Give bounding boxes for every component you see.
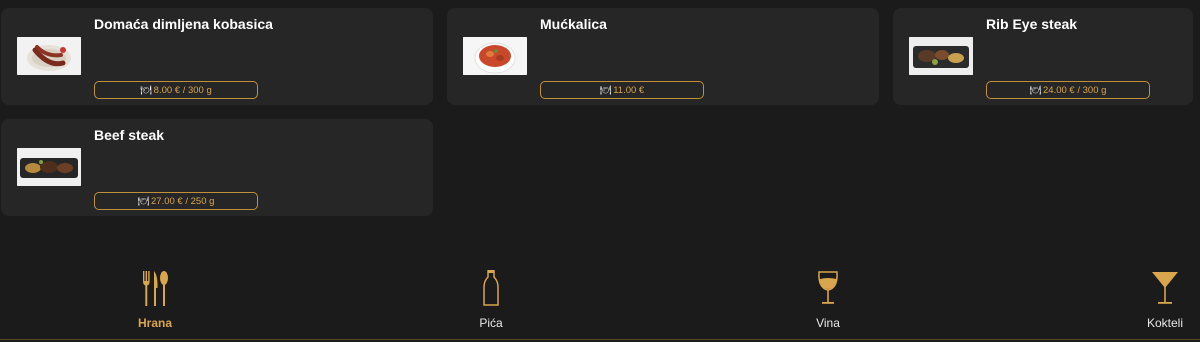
bottom-divider	[0, 339, 1200, 340]
menu-item-card[interactable]: Rib Eye steak 🍽 24.00 € / 300 g	[893, 8, 1193, 105]
menu-item-photo	[17, 37, 81, 75]
price-badge: 🍽 27.00 € / 250 g	[94, 192, 258, 210]
plate-cutlery-icon: 🍽	[137, 195, 150, 206]
fork-knife-spoon-icon	[143, 271, 168, 306]
menu-item-title: Domaća dimljena kobasica	[94, 16, 273, 32]
bottom-navigation: Hrana Pića Vina Kokteli	[0, 268, 1200, 342]
nav-label: Kokteli	[1146, 316, 1184, 330]
wine-glass-icon	[818, 271, 838, 304]
menu-item-card[interactable]: Domaća dimljena kobasica 🍽 8.00 € / 300 …	[1, 8, 433, 105]
menu-item-card[interactable]: Mućkalica 🍽 11.00 €	[447, 8, 879, 105]
plate-cutlery-icon: 🍽	[1029, 84, 1042, 95]
menu-item-card[interactable]: Beef steak 🍽 27.00 € / 250 g	[1, 119, 433, 216]
menu-item-photo	[909, 37, 973, 75]
menu-item-title: Beef steak	[94, 127, 165, 143]
plate-cutlery-icon: 🍽	[599, 84, 612, 95]
menu-item-title: Rib Eye steak	[986, 16, 1078, 32]
menu-item-title: Mućkalica	[540, 16, 607, 32]
menu-item-photo	[463, 37, 527, 75]
bottle-icon	[483, 270, 499, 306]
price-text: 27.00 € / 250 g	[151, 195, 215, 207]
price-text: 24.00 € / 300 g	[1043, 84, 1107, 96]
price-badge: 🍽 24.00 € / 300 g	[986, 81, 1150, 99]
plate-cutlery-icon: 🍽	[140, 84, 152, 95]
price-text: 8.00 € / 300 g	[153, 84, 212, 96]
menu-item-photo	[17, 148, 81, 186]
nav-label: Vina	[816, 316, 840, 330]
nav-tab-hrana[interactable]: Hrana	[105, 268, 205, 336]
nav-tab-pica[interactable]: Pića	[441, 268, 541, 336]
price-text: 11.00 €	[613, 84, 645, 96]
nav-label: Hrana	[137, 316, 172, 330]
nav-label: Pića	[479, 316, 503, 330]
price-badge: 🍽 11.00 €	[540, 81, 704, 99]
cocktail-glass-icon	[1152, 272, 1178, 304]
nav-tab-kokteli[interactable]: Kokteli	[1115, 268, 1200, 336]
nav-tab-vina[interactable]: Vina	[778, 268, 878, 336]
price-badge: 🍽 8.00 € / 300 g	[94, 81, 258, 99]
